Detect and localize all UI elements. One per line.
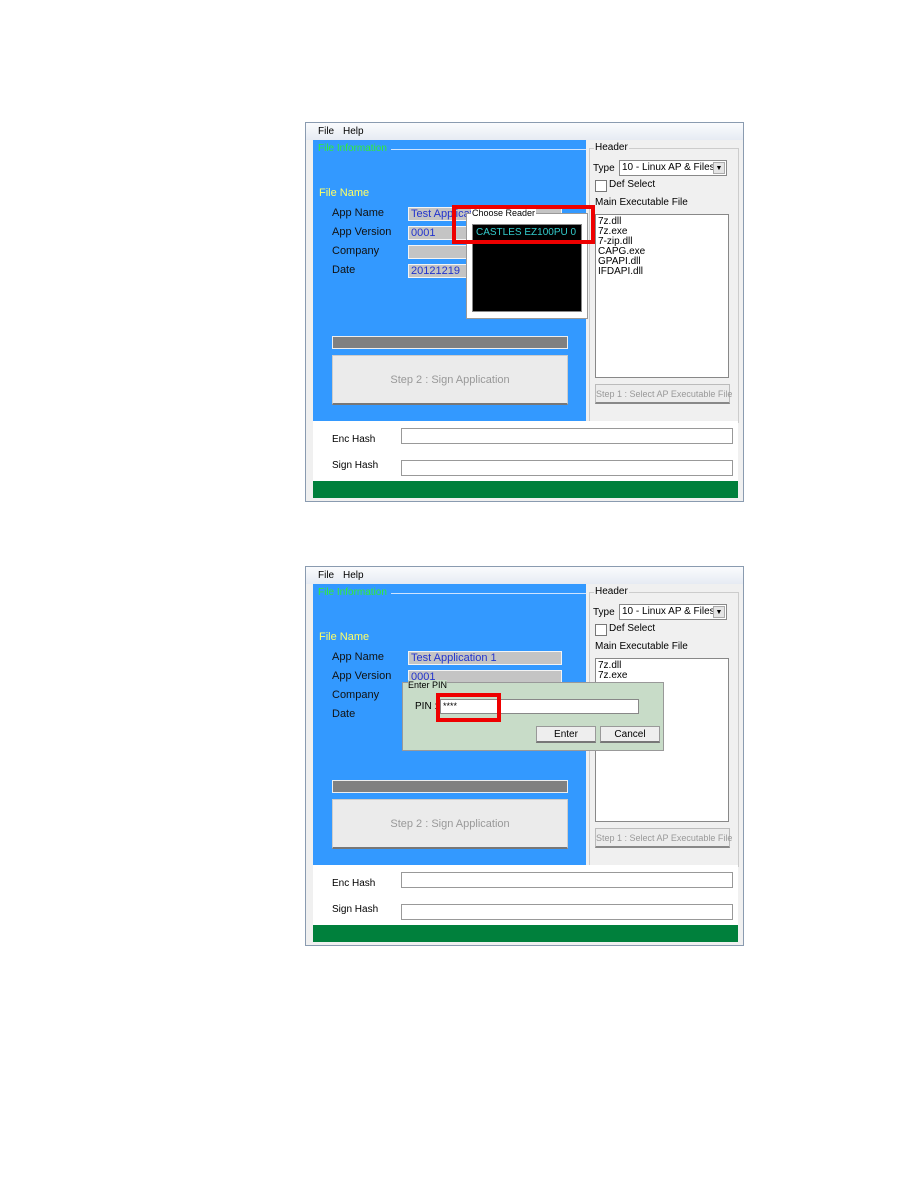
app-window: File Help File Information File Name App Na… xyxy=(305,566,744,946)
app-version-label: App Version xyxy=(332,226,392,238)
fieldset-border xyxy=(391,593,586,594)
enter-button[interactable]: Enter xyxy=(536,726,596,743)
app-window: File Help File Information File Name App Na… xyxy=(305,122,744,502)
menu-help[interactable]: Help xyxy=(343,570,364,581)
app-name-field[interactable]: Test Application 1 xyxy=(408,651,562,665)
enc-hash-field[interactable] xyxy=(401,872,733,888)
sign-hash-field[interactable] xyxy=(401,460,733,476)
fieldset-border xyxy=(391,149,586,150)
sign-hash-field[interactable] xyxy=(401,904,733,920)
menu-help[interactable]: Help xyxy=(343,126,364,137)
progress-bar xyxy=(332,780,568,793)
menu-file[interactable]: File xyxy=(318,570,334,581)
file-information-legend: File Information xyxy=(318,587,387,598)
select-executable-button[interactable]: Step 1 : Select AP Executable File xyxy=(595,828,732,848)
highlight-box xyxy=(436,693,501,722)
type-select[interactable]: 10 - Linux AP & Files ▼ xyxy=(619,604,727,620)
main-executable-label: Main Executable File xyxy=(595,197,688,208)
chevron-down-icon[interactable]: ▼ xyxy=(713,162,725,174)
enc-hash-label: Enc Hash xyxy=(332,878,376,889)
file-list-item[interactable]: 7z.exe xyxy=(598,671,728,681)
sign-application-button[interactable]: Step 2 : Sign Application xyxy=(332,799,568,849)
sign-application-button[interactable]: Step 2 : Sign Application xyxy=(332,355,568,405)
type-value: 10 - Linux AP & Files xyxy=(622,606,715,617)
enc-hash-label: Enc Hash xyxy=(332,434,376,445)
menu-bar: File Help xyxy=(306,567,743,584)
pin-label: PIN : xyxy=(415,701,438,712)
executable-file-list[interactable]: 7z.dll 7z.exe 7-zip.dll CAPG.exe GPAPI.dll IF… xyxy=(595,214,729,378)
type-value: 10 - Linux AP & Files xyxy=(622,162,715,173)
type-select[interactable]: 10 - Linux AP & Files ▼ xyxy=(619,160,727,176)
sign-hash-label: Sign Hash xyxy=(332,904,379,915)
app-version-label: App Version xyxy=(332,670,392,682)
status-bar xyxy=(313,481,738,498)
date-label: Date xyxy=(332,708,356,720)
header-legend: Header xyxy=(594,142,629,153)
header-legend: Header xyxy=(594,586,629,597)
type-label: Type xyxy=(593,163,615,174)
company-label: Company xyxy=(332,245,380,257)
app-name-label: App Name xyxy=(332,207,384,219)
sign-hash-label: Sign Hash xyxy=(332,460,379,471)
file-name-label: File Name xyxy=(319,631,370,643)
app-name-label: App Name xyxy=(332,651,384,663)
select-executable-button[interactable]: Step 1 : Select AP Executable File xyxy=(595,384,732,404)
highlight-box xyxy=(452,205,595,244)
menu-bar: File Help xyxy=(306,123,743,140)
enc-hash-field[interactable] xyxy=(401,428,733,444)
def-select-checkbox[interactable] xyxy=(595,624,607,636)
date-label: Date xyxy=(332,264,356,276)
company-label: Company xyxy=(332,689,380,701)
enter-pin-title: Enter PIN xyxy=(408,680,448,690)
main-executable-label: Main Executable File xyxy=(595,641,688,652)
manual-page: File Help File Information File Name App Na… xyxy=(0,0,918,1188)
def-select-label: Def Select xyxy=(609,623,656,634)
def-select-label: Def Select xyxy=(609,179,656,190)
progress-bar xyxy=(332,336,568,349)
status-bar xyxy=(313,925,738,942)
file-list-item[interactable]: IFDAPI.dll xyxy=(598,267,728,277)
menu-file[interactable]: File xyxy=(318,126,334,137)
cancel-button[interactable]: Cancel xyxy=(600,726,660,743)
chevron-down-icon[interactable]: ▼ xyxy=(713,606,725,618)
file-information-legend: File Information xyxy=(318,143,387,154)
type-label: Type xyxy=(593,607,615,618)
file-name-label: File Name xyxy=(319,187,370,199)
def-select-checkbox[interactable] xyxy=(595,180,607,192)
